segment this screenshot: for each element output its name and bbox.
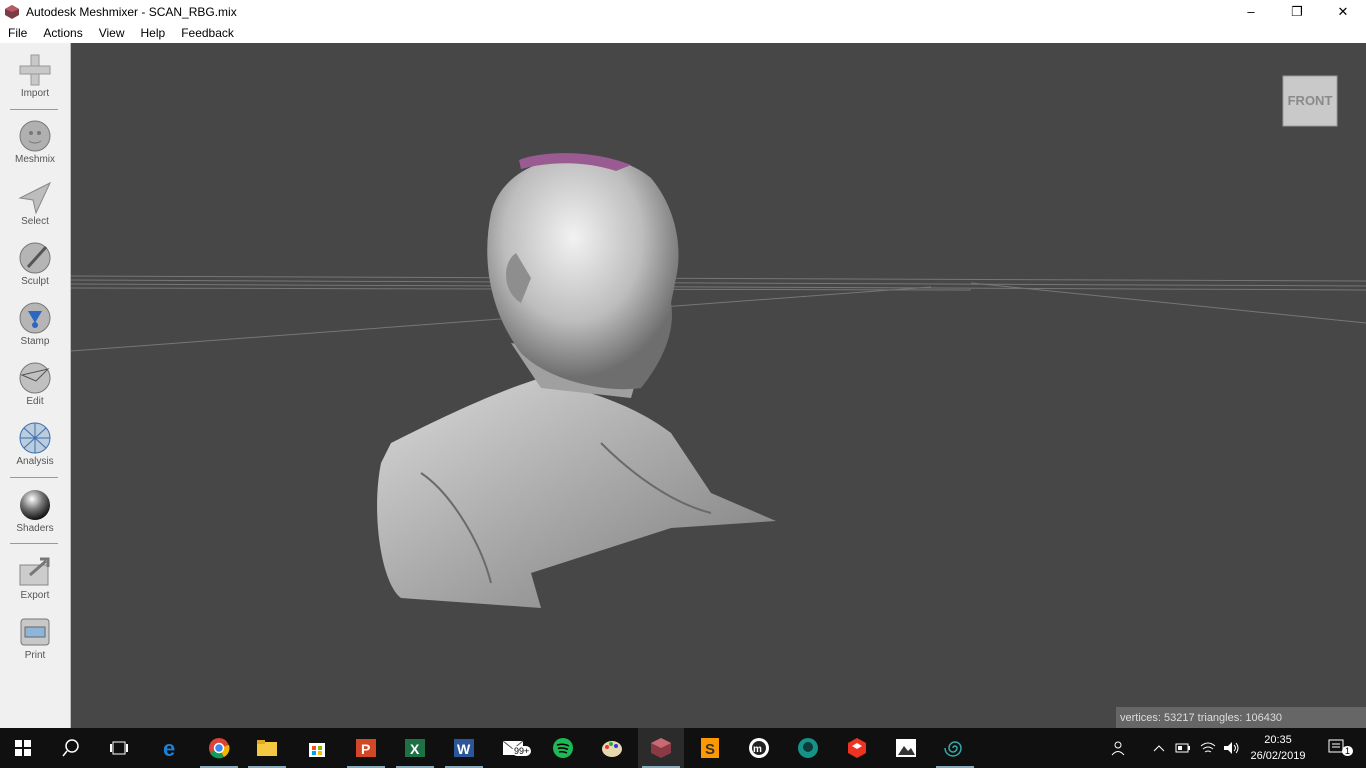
scene-canvas: FRONT: [71, 75, 1366, 608]
chrome-icon[interactable]: [196, 728, 242, 768]
svg-text:X: X: [410, 741, 420, 757]
edge-icon[interactable]: e: [148, 728, 194, 768]
powerpoint-icon[interactable]: P: [343, 728, 389, 768]
sculpt-label: Sculpt: [21, 276, 49, 287]
svg-text:S: S: [705, 741, 715, 758]
viewport-3d[interactable]: FRONT: [71, 43, 1366, 728]
printer-icon: [20, 618, 50, 646]
toolbar-divider: [10, 477, 58, 478]
export-icon: [19, 557, 50, 586]
window-title: Autodesk Meshmixer - SCAN_RBG.mix: [26, 4, 237, 19]
ground-grid: [71, 275, 1366, 352]
svg-text:P: P: [361, 741, 370, 757]
menu-actions[interactable]: Actions: [35, 26, 90, 40]
edit-tool[interactable]: Edit: [0, 361, 70, 407]
print-tool[interactable]: Print: [0, 615, 70, 661]
shaders-tool[interactable]: Shaders: [0, 488, 70, 534]
close-button[interactable]: ✕: [1320, 0, 1366, 23]
analysis-tool[interactable]: Analysis: [0, 421, 70, 467]
select-arrow-icon: [18, 181, 52, 215]
shaders-label: Shaders: [16, 523, 54, 534]
svg-text:W: W: [457, 741, 471, 757]
analysis-sphere-icon: [19, 422, 51, 454]
menu-bar: File Actions View Help Feedback: [0, 23, 1366, 43]
spiral-app-icon[interactable]: [932, 728, 978, 768]
wifi-icon[interactable]: [1196, 728, 1220, 768]
view-cube-label: FRONT: [1288, 93, 1333, 108]
toolbar-divider: [10, 543, 58, 544]
windows-start-icon[interactable]: [0, 728, 46, 768]
export-tool[interactable]: Export: [0, 555, 70, 601]
file-explorer-icon[interactable]: [244, 728, 290, 768]
title-bar: Autodesk Meshmixer - SCAN_RBG.mix – ❐ ✕: [0, 0, 1366, 23]
stamp-tool[interactable]: Stamp: [0, 301, 70, 347]
notification-badge: 1: [1342, 746, 1354, 756]
stamp-label: Stamp: [20, 336, 50, 347]
stamp-icon: [19, 302, 51, 334]
menu-view[interactable]: View: [91, 26, 133, 40]
plus-icon: [19, 54, 51, 86]
menu-file[interactable]: File: [0, 26, 35, 40]
store-icon[interactable]: [294, 728, 340, 768]
shader-ball-icon: [20, 490, 50, 520]
mail-badge: 99+: [512, 746, 532, 756]
taskbar: e P X W 99+ S m 20:35 26/02/2019 1: [0, 728, 1366, 768]
svg-text:m: m: [753, 744, 762, 755]
meshmixer-icon[interactable]: [638, 728, 684, 768]
clock[interactable]: 20:35 26/02/2019: [1246, 728, 1310, 768]
sculpt-tool[interactable]: Sculpt: [0, 241, 70, 287]
view-cube[interactable]: FRONT: [1282, 75, 1338, 127]
restore-button[interactable]: ❐: [1274, 0, 1320, 23]
menu-feedback[interactable]: Feedback: [173, 26, 242, 40]
edit-sphere-icon: [19, 362, 51, 394]
menu-help[interactable]: Help: [133, 26, 174, 40]
task-view-icon[interactable]: [96, 728, 142, 768]
import-tool[interactable]: Import: [0, 53, 70, 99]
analysis-label: Analysis: [16, 456, 54, 467]
volume-icon[interactable]: [1220, 728, 1244, 768]
notification-center-icon[interactable]: 1: [1318, 728, 1358, 768]
tray-chevron-up-icon[interactable]: [1146, 728, 1172, 768]
tool-panel: Import Meshmix Select Sculpt Stamp Edit …: [0, 43, 71, 728]
sublime-icon[interactable]: S: [687, 728, 733, 768]
word-icon[interactable]: W: [441, 728, 487, 768]
excel-icon[interactable]: X: [392, 728, 438, 768]
meshmixer-logo-icon: [5, 4, 19, 19]
makerbot-icon[interactable]: m: [736, 728, 782, 768]
mesh-stats: vertices: 53217 triangles: 106430: [1116, 707, 1366, 728]
minimize-button[interactable]: –: [1228, 0, 1274, 23]
spotify-icon[interactable]: [540, 728, 586, 768]
photos-icon[interactable]: [883, 728, 929, 768]
meshmix-head-icon: [19, 120, 51, 152]
meshmix-tool[interactable]: Meshmix: [0, 119, 70, 165]
scanned-bust-model[interactable]: [377, 153, 776, 608]
mail-icon[interactable]: 99+: [490, 728, 536, 768]
toolbar-divider: [10, 109, 58, 110]
gitkraken-icon[interactable]: [785, 728, 831, 768]
select-tool[interactable]: Select: [0, 181, 70, 227]
edit-label: Edit: [26, 396, 44, 407]
sculpt-brush-icon: [19, 242, 51, 274]
sketchup-icon[interactable]: [834, 728, 880, 768]
meshmix-label: Meshmix: [14, 154, 55, 165]
paint-icon[interactable]: [589, 728, 635, 768]
print-label: Print: [24, 650, 46, 661]
search-icon[interactable]: [48, 728, 94, 768]
people-icon[interactable]: [1100, 728, 1140, 768]
select-label: Select: [21, 216, 49, 227]
clock-date: 26/02/2019: [1250, 750, 1306, 762]
export-label: Export: [20, 590, 50, 601]
clock-time: 20:35: [1264, 734, 1292, 746]
import-label: Import: [20, 88, 50, 99]
battery-icon[interactable]: [1172, 728, 1194, 768]
svg-text:e: e: [163, 737, 175, 759]
